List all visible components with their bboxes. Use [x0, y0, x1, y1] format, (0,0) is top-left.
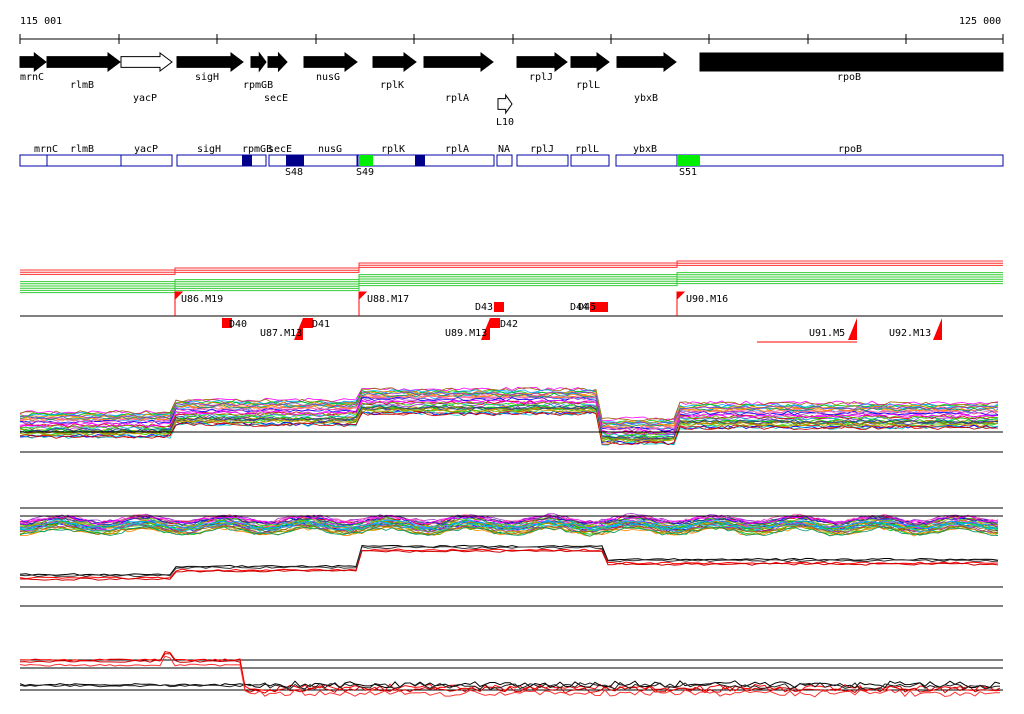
segment-box-sigH[interactable]	[176, 154, 267, 167]
gene-label-rplJ: rplJ	[529, 72, 553, 83]
down-mark-label: D43	[475, 302, 493, 313]
segment-box-mrnC[interactable]	[19, 154, 48, 167]
expression-plot-1	[19, 386, 1003, 453]
down-mark-label: D40	[229, 319, 247, 330]
segment-label-rplL: rplL	[575, 144, 599, 155]
transcript-track: U86.M19 U88.M17 U90.M16 U87.M13 U89.M13 U91.M…	[20, 291, 1003, 343]
down-mark	[494, 302, 504, 312]
transcript-down-label: U87.M13	[260, 328, 302, 339]
segment-box-ybxB[interactable]	[615, 154, 678, 167]
transcript-up-label: U88.M17	[367, 294, 409, 305]
gene-arrow-rplL[interactable]	[570, 52, 610, 72]
expression-plot-2	[19, 507, 1003, 607]
ruler-start-label: 115 001	[20, 16, 62, 27]
gene-label-rpmGB: rpmGB	[243, 80, 273, 91]
segment-mark	[359, 155, 373, 166]
down-mark-label: D45	[578, 302, 596, 313]
segment-label-rplA: rplA	[445, 144, 469, 155]
ruler-end-label: 125 000	[959, 16, 1001, 27]
gene-label-rpoB: rpoB	[837, 72, 861, 83]
segment-mark-label: S51	[679, 167, 697, 178]
segment-label-rpoB: rpoB	[838, 144, 862, 155]
gene-arrow-rpmGB[interactable]	[250, 51, 267, 73]
segment-mark-label: S48	[285, 167, 303, 178]
gene-label-L10: L10	[496, 117, 514, 128]
gene-label-ybxB: ybxB	[634, 93, 658, 104]
gene-arrow-rplA[interactable]	[423, 52, 494, 72]
segment-label-rplK: rplK	[381, 144, 405, 155]
segment-label-rplJ: rplJ	[530, 144, 554, 155]
gene-arrow-L10[interactable]	[497, 93, 513, 115]
segment-label-NA: NA	[498, 144, 510, 155]
transcript-down-label: U92.M13	[889, 328, 931, 339]
down-mark	[490, 318, 500, 328]
transcript-up-flag	[358, 291, 368, 316]
down-mark	[598, 302, 608, 312]
gene-arrow-nusG[interactable]	[303, 52, 358, 72]
segment-track: mrnC rlmB yacP sigH rpmGBsecE nusG rplK rplA NA r…	[19, 144, 1004, 178]
segment-label-mrnC: mrnC	[34, 144, 58, 155]
gene-label-rlmB: rlmB	[70, 80, 94, 91]
transcript-down-label: U91.M5	[809, 328, 845, 339]
gene-arrow-rlmB[interactable]	[46, 52, 121, 72]
transcript-up-flag	[676, 291, 686, 316]
expression-line	[19, 549, 999, 581]
transcript-up-label: U86.M19	[181, 294, 223, 305]
segment-label-yacP: yacP	[134, 144, 158, 155]
segment-box-rlmB[interactable]	[46, 154, 122, 167]
segment-label-secE: secE	[268, 144, 292, 155]
gene-label-rplL: rplL	[576, 80, 600, 91]
segment-mark	[286, 155, 304, 166]
gene-arrow-rplK[interactable]	[372, 52, 417, 72]
gene-arrow-rpoB[interactable]	[699, 52, 1004, 72]
segment-box-secE[interactable]	[268, 154, 289, 167]
transcript-down-flag	[933, 318, 942, 340]
gene-label-mrnC: mrnC	[20, 72, 44, 83]
segment-box-yacP[interactable]	[120, 154, 173, 167]
gene-arrow-ybxB[interactable]	[616, 52, 677, 72]
segment-mark	[677, 155, 700, 166]
gene-arrow-mrnC[interactable]	[19, 51, 47, 73]
segment-box-rplA[interactable]	[415, 154, 495, 167]
segment-box-NA[interactable]	[496, 154, 513, 167]
transcript-down-label: U89.M13	[445, 328, 487, 339]
genome-browser: 115 001 125 000 mrnC rlmB yacP sigH rpmGB sec…	[19, 16, 1004, 698]
gene-label-yacP: yacP	[133, 93, 157, 104]
gene-track: mrnC rlmB yacP sigH rpmGB secE nusG rplK rplA L10…	[19, 51, 1004, 128]
segment-label-rlmB: rlmB	[70, 144, 94, 155]
gene-arrow-rplJ[interactable]	[516, 52, 568, 72]
segment-box-rpoB[interactable]	[676, 154, 1004, 167]
gene-label-nusG: nusG	[316, 72, 340, 83]
segment-mark-label: S49	[356, 167, 374, 178]
segment-mark	[242, 155, 252, 166]
gene-label-sigH: sigH	[195, 72, 219, 83]
segment-box-rplL[interactable]	[570, 154, 610, 167]
down-mark-label: D41	[312, 319, 330, 330]
gene-arrow-secE[interactable]	[267, 51, 288, 73]
gene-arrow-yacP[interactable]	[120, 52, 173, 72]
gene-label-rplA: rplA	[445, 93, 469, 104]
segment-mark	[415, 155, 425, 166]
down-mark-label: D42	[500, 319, 518, 330]
transcript-up-label: U90.M16	[686, 294, 728, 305]
transcript-down-flag	[848, 318, 857, 340]
coordinate-ruler: 115 001 125 000	[19, 16, 1004, 44]
segment-label-ybxB: ybxB	[633, 144, 657, 155]
segment-label-sigH: sigH	[197, 144, 221, 155]
segment-box-rplJ[interactable]	[516, 154, 569, 167]
segment-label-nusG: nusG	[318, 144, 342, 155]
coverage-band-track	[20, 260, 1003, 294]
gene-label-secE: secE	[264, 93, 288, 104]
expression-line	[19, 655, 1000, 698]
expression-plot-3	[19, 651, 1003, 698]
gene-label-rplK: rplK	[380, 80, 404, 91]
gene-arrow-sigH[interactable]	[176, 52, 244, 72]
